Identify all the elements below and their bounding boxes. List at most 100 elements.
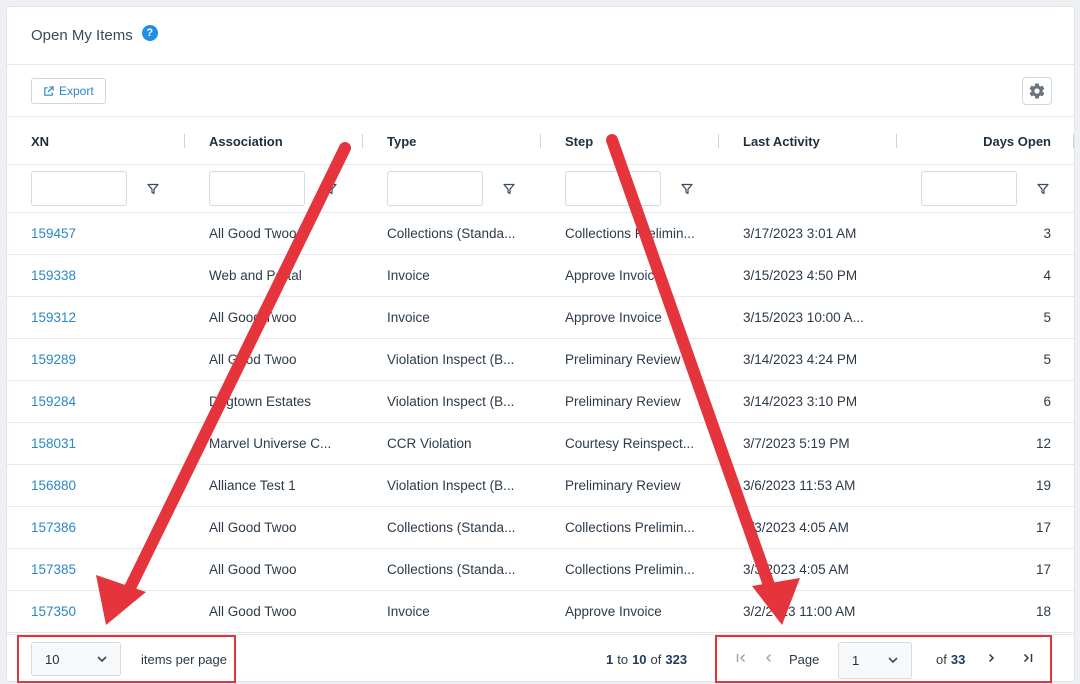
export-label: Export bbox=[59, 84, 94, 98]
table-row[interactable]: 159289 All Good Twoo Violation Inspect (B.… bbox=[7, 339, 1074, 381]
page-size-highlight-box bbox=[17, 635, 236, 683]
last-activity-cell: 3/2/2023 11:00 AM bbox=[743, 604, 856, 619]
type-filter-input[interactable] bbox=[387, 171, 483, 206]
days-open-cell: 5 bbox=[1043, 352, 1051, 367]
association-filter-input[interactable] bbox=[209, 171, 305, 206]
xn-link[interactable]: 157350 bbox=[31, 591, 181, 632]
type-cell: Violation Inspect (B... bbox=[387, 478, 515, 493]
column-divider[interactable] bbox=[184, 134, 185, 148]
step-filter-input[interactable] bbox=[565, 171, 661, 206]
pagination-highlight-box bbox=[715, 635, 1052, 683]
help-icon[interactable]: ? bbox=[141, 24, 158, 41]
pager-range: 1 to 10 of 323 bbox=[606, 635, 688, 681]
filter-row bbox=[7, 165, 1074, 213]
last-activity-cell: 3/14/2023 3:10 PM bbox=[743, 394, 858, 409]
column-divider[interactable] bbox=[1073, 134, 1074, 148]
days-open-cell: 17 bbox=[1035, 520, 1051, 535]
external-link-icon bbox=[44, 85, 54, 96]
step-cell: Approve Invoice bbox=[565, 268, 662, 283]
table-row[interactable]: 157386 All Good Twoo Collections (Standa..… bbox=[7, 507, 1074, 549]
xn-link[interactable]: 159312 bbox=[31, 297, 181, 338]
days-open-cell: 19 bbox=[1035, 478, 1051, 493]
toolbar: Export bbox=[7, 65, 1074, 117]
association-cell: All Good Twoo bbox=[209, 310, 297, 325]
xn-link[interactable]: 159284 bbox=[31, 381, 181, 422]
column-divider[interactable] bbox=[362, 134, 363, 148]
days-open-cell: 4 bbox=[1043, 268, 1051, 283]
table-row[interactable]: 159338 Web and Portal Invoice Approve Invoi… bbox=[7, 255, 1074, 297]
column-header-association[interactable]: Association bbox=[209, 117, 283, 165]
column-header-xn[interactable]: XN bbox=[31, 117, 49, 165]
column-divider[interactable] bbox=[896, 134, 897, 148]
table-row[interactable]: 159457 All Good Twoo Collections (Standa..… bbox=[7, 213, 1074, 255]
days-open-cell: 12 bbox=[1035, 436, 1051, 451]
xn-link[interactable]: 156880 bbox=[31, 465, 181, 506]
items-grid: XN Association Type Step Last Activity D… bbox=[7, 117, 1074, 633]
column-header-row: XN Association Type Step Last Activity D… bbox=[7, 117, 1074, 165]
table-row[interactable]: 159312 All Good Twoo Invoice Approve Invoic… bbox=[7, 297, 1074, 339]
step-cell: Collections Prelimin... bbox=[565, 562, 695, 577]
step-cell: Approve Invoice bbox=[565, 310, 662, 325]
settings-button[interactable] bbox=[1022, 77, 1052, 105]
association-cell: Marvel Universe C... bbox=[209, 436, 332, 451]
export-button[interactable]: Export bbox=[31, 78, 106, 104]
type-cell: Collections (Standa... bbox=[387, 562, 516, 577]
type-cell: Collections (Standa... bbox=[387, 226, 516, 241]
last-activity-cell: 3/17/2023 3:01 AM bbox=[743, 226, 857, 241]
column-header-step[interactable]: Step bbox=[565, 117, 593, 165]
open-items-panel: Open My Items ? Export XN Association Ty… bbox=[6, 6, 1075, 682]
association-cell: Web and Portal bbox=[209, 268, 302, 283]
last-activity-cell: 3/6/2023 11:53 AM bbox=[743, 478, 856, 493]
days-open-cell: 17 bbox=[1035, 562, 1051, 577]
days-open-cell: 5 bbox=[1043, 310, 1051, 325]
association-cell: All Good Twoo bbox=[209, 520, 297, 535]
table-row[interactable]: 157385 All Good Twoo Collections (Standa..… bbox=[7, 549, 1074, 591]
table-row[interactable]: 156880 Alliance Test 1 Violation Inspect (… bbox=[7, 465, 1074, 507]
filter-icon bbox=[681, 183, 693, 195]
range-of-word: of bbox=[650, 652, 662, 667]
association-cell: All Good Twoo bbox=[209, 562, 297, 577]
association-cell: All Good Twoo bbox=[209, 604, 297, 619]
type-cell: Invoice bbox=[387, 604, 430, 619]
column-header-last-activity[interactable]: Last Activity bbox=[743, 117, 820, 165]
table-row[interactable]: 159284 Dogtown Estates Violation Inspect (… bbox=[7, 381, 1074, 423]
column-divider[interactable] bbox=[540, 134, 541, 148]
step-cell: Approve Invoice bbox=[565, 604, 662, 619]
column-divider[interactable] bbox=[718, 134, 719, 148]
xn-link[interactable]: 158031 bbox=[31, 423, 181, 464]
xn-link[interactable]: 157386 bbox=[31, 507, 181, 548]
panel-header: Open My Items ? bbox=[7, 7, 1074, 65]
table-row[interactable]: 157350 All Good Twoo Invoice Approve Invoic… bbox=[7, 591, 1074, 633]
filter-icon bbox=[1037, 183, 1049, 195]
xn-link[interactable]: 159338 bbox=[31, 255, 181, 296]
type-filter-button[interactable] bbox=[502, 182, 516, 196]
range-total: 323 bbox=[665, 652, 688, 667]
filter-icon bbox=[147, 183, 159, 195]
step-cell: Preliminary Review bbox=[565, 352, 681, 367]
type-cell: Invoice bbox=[387, 268, 430, 283]
days-open-filter-input[interactable] bbox=[921, 171, 1017, 206]
xn-link[interactable]: 159289 bbox=[31, 339, 181, 380]
table-row[interactable]: 158031 Marvel Universe C... CCR Violation C… bbox=[7, 423, 1074, 465]
type-cell: Violation Inspect (B... bbox=[387, 352, 515, 367]
type-cell: Invoice bbox=[387, 310, 430, 325]
table-body: 159457 All Good Twoo Collections (Standa..… bbox=[7, 213, 1074, 633]
type-cell: Violation Inspect (B... bbox=[387, 394, 515, 409]
association-filter-button[interactable] bbox=[324, 182, 338, 196]
association-cell: Alliance Test 1 bbox=[209, 478, 296, 493]
association-cell: All Good Twoo bbox=[209, 226, 297, 241]
xn-link[interactable]: 159457 bbox=[31, 213, 181, 254]
step-cell: Collections Prelimin... bbox=[565, 226, 695, 241]
xn-filter-input[interactable] bbox=[31, 171, 127, 206]
last-activity-cell: 3/3/2023 4:05 AM bbox=[743, 562, 849, 577]
days-open-cell: 6 bbox=[1043, 394, 1051, 409]
days-open-filter-button[interactable] bbox=[1036, 182, 1050, 196]
xn-filter-button[interactable] bbox=[146, 182, 160, 196]
gear-icon bbox=[1029, 83, 1045, 99]
column-header-days-open[interactable]: Days Open bbox=[921, 117, 1051, 165]
step-filter-button[interactable] bbox=[680, 182, 694, 196]
type-cell: CCR Violation bbox=[387, 436, 472, 451]
column-header-type[interactable]: Type bbox=[387, 117, 416, 165]
xn-link[interactable]: 157385 bbox=[31, 549, 181, 590]
filter-icon bbox=[325, 183, 337, 195]
